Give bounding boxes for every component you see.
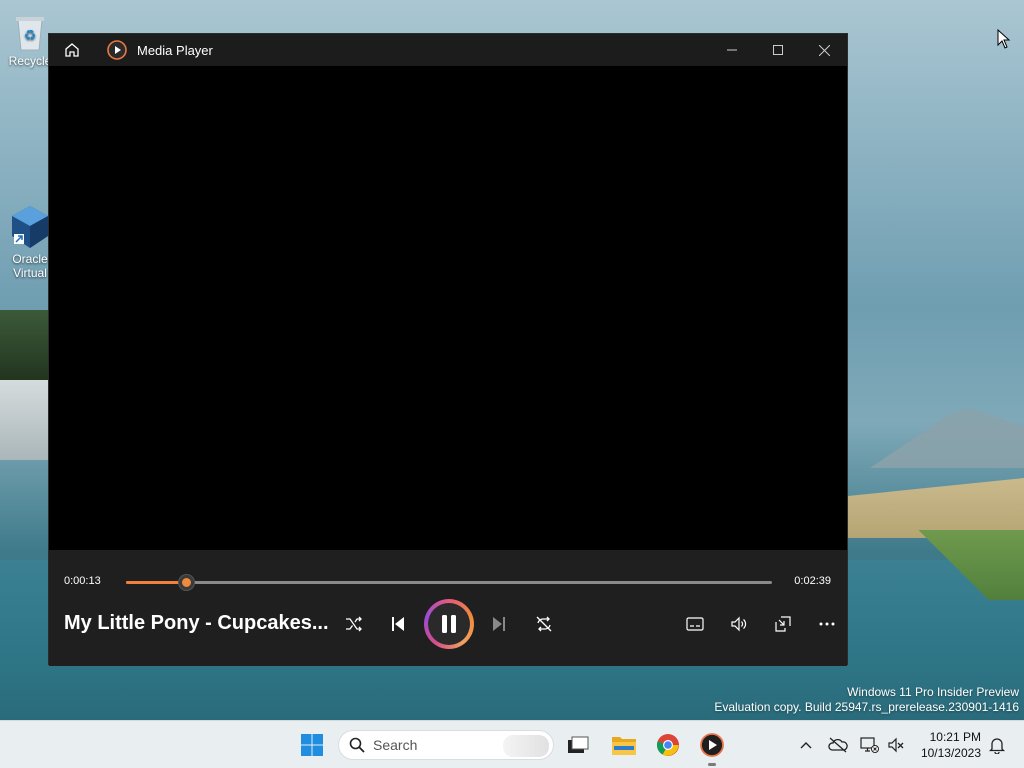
next-button[interactable] [483,608,515,640]
total-duration: 0:02:39 [794,575,831,587]
folder-icon [612,737,636,755]
repeat-off-icon [536,616,552,632]
playback-controls: 0:00:13 0:02:39 My Little Pony - Cupcake… [49,550,847,666]
active-app-indicator [708,763,716,766]
mini-player-button[interactable] [767,608,799,640]
network-button[interactable] [858,733,882,757]
wallpaper-rock [0,380,48,460]
task-view-button[interactable] [562,729,594,761]
minimize-icon [727,49,737,51]
shuffle-button[interactable] [338,608,370,640]
windows-evaluation-watermark: Windows 11 Pro Insider Preview Evaluatio… [714,685,1019,715]
search-highlight-image [503,735,549,757]
file-explorer-button[interactable] [608,729,640,761]
seek-bar-thumb[interactable] [178,575,194,590]
chevron-up-icon [800,742,812,749]
more-icon [819,622,835,626]
network-disconnected-icon [860,737,879,753]
desktop-icon-virtualbox[interactable]: Oracle Virtual [6,204,54,280]
recycle-bin-icon: ♻ [16,17,44,51]
search-icon [349,737,365,753]
mouse-cursor-icon [997,29,1011,49]
onedrive-offline-icon [828,737,848,753]
clock-time: 10:21 PM [929,730,981,744]
wallpaper-trees [0,310,48,380]
repeat-button[interactable] [528,608,560,640]
volume-muted-icon [888,737,904,753]
captions-icon [686,617,704,631]
notifications-button[interactable] [985,733,1009,757]
window-title: Media Player [137,42,213,58]
captions-button[interactable] [679,608,711,640]
show-hidden-icons-button[interactable] [794,733,818,757]
close-icon [818,44,830,56]
media-player-icon [107,40,127,60]
bell-icon [989,738,1005,754]
now-playing-title[interactable]: My Little Pony - Cupcakes... [64,612,334,635]
title-bar: Media Player [49,34,847,66]
previous-icon [392,617,404,631]
chrome-icon [656,734,679,756]
current-time: 0:00:13 [64,575,101,587]
play-pause-button[interactable] [424,599,474,649]
desktop-icon-recycle-bin[interactable]: ♻ Recycle [6,12,54,68]
shuffle-icon [346,616,362,632]
volume-icon [731,616,747,632]
minimize-button[interactable] [709,34,755,66]
wallpaper-mountain [870,408,1024,468]
clock-date: 10/13/2023 [920,746,981,760]
wallpaper-shore [848,478,1024,538]
watermark-line-2: Evaluation copy. Build 25947.rs_prerelea… [714,700,1019,714]
desktop-icon-label: Oracle Virtual [12,252,48,280]
taskbar: Search 10:21 PM 10/13/2023 [0,720,1024,768]
media-player-window: Media Player 0:00:13 0:02:39 My Little P… [48,33,848,666]
video-area[interactable] [49,66,847,550]
desktop-icon-label: Recycle [8,54,52,68]
windows-logo-icon [301,734,323,756]
system-clock[interactable]: 10:21 PM 10/13/2023 [921,729,981,761]
volume-button[interactable] [723,608,755,640]
previous-button[interactable] [382,608,414,640]
maximize-icon [773,45,783,55]
media-player-taskbar-button[interactable] [696,729,728,761]
seek-bar-progress [126,581,186,584]
svg-text:♻: ♻ [24,27,37,43]
chrome-button[interactable] [652,729,684,761]
watermark-line-1: Windows 11 Pro Insider Preview [847,685,1019,699]
maximize-button[interactable] [755,34,801,66]
volume-tray-button[interactable] [884,733,908,757]
seek-bar[interactable] [126,575,772,590]
close-button[interactable] [801,34,847,66]
next-icon [493,617,505,631]
start-button[interactable] [296,729,328,761]
pause-icon [442,615,456,633]
media-player-icon [700,733,724,757]
task-view-icon [568,736,589,753]
home-button[interactable] [49,34,95,66]
onedrive-button[interactable] [826,733,850,757]
mini-player-icon [775,616,791,632]
search-placeholder: Search [373,737,418,753]
more-options-button[interactable] [811,608,843,640]
taskbar-search[interactable]: Search [338,730,554,760]
virtualbox-icon [12,206,48,248]
home-icon [65,43,79,57]
